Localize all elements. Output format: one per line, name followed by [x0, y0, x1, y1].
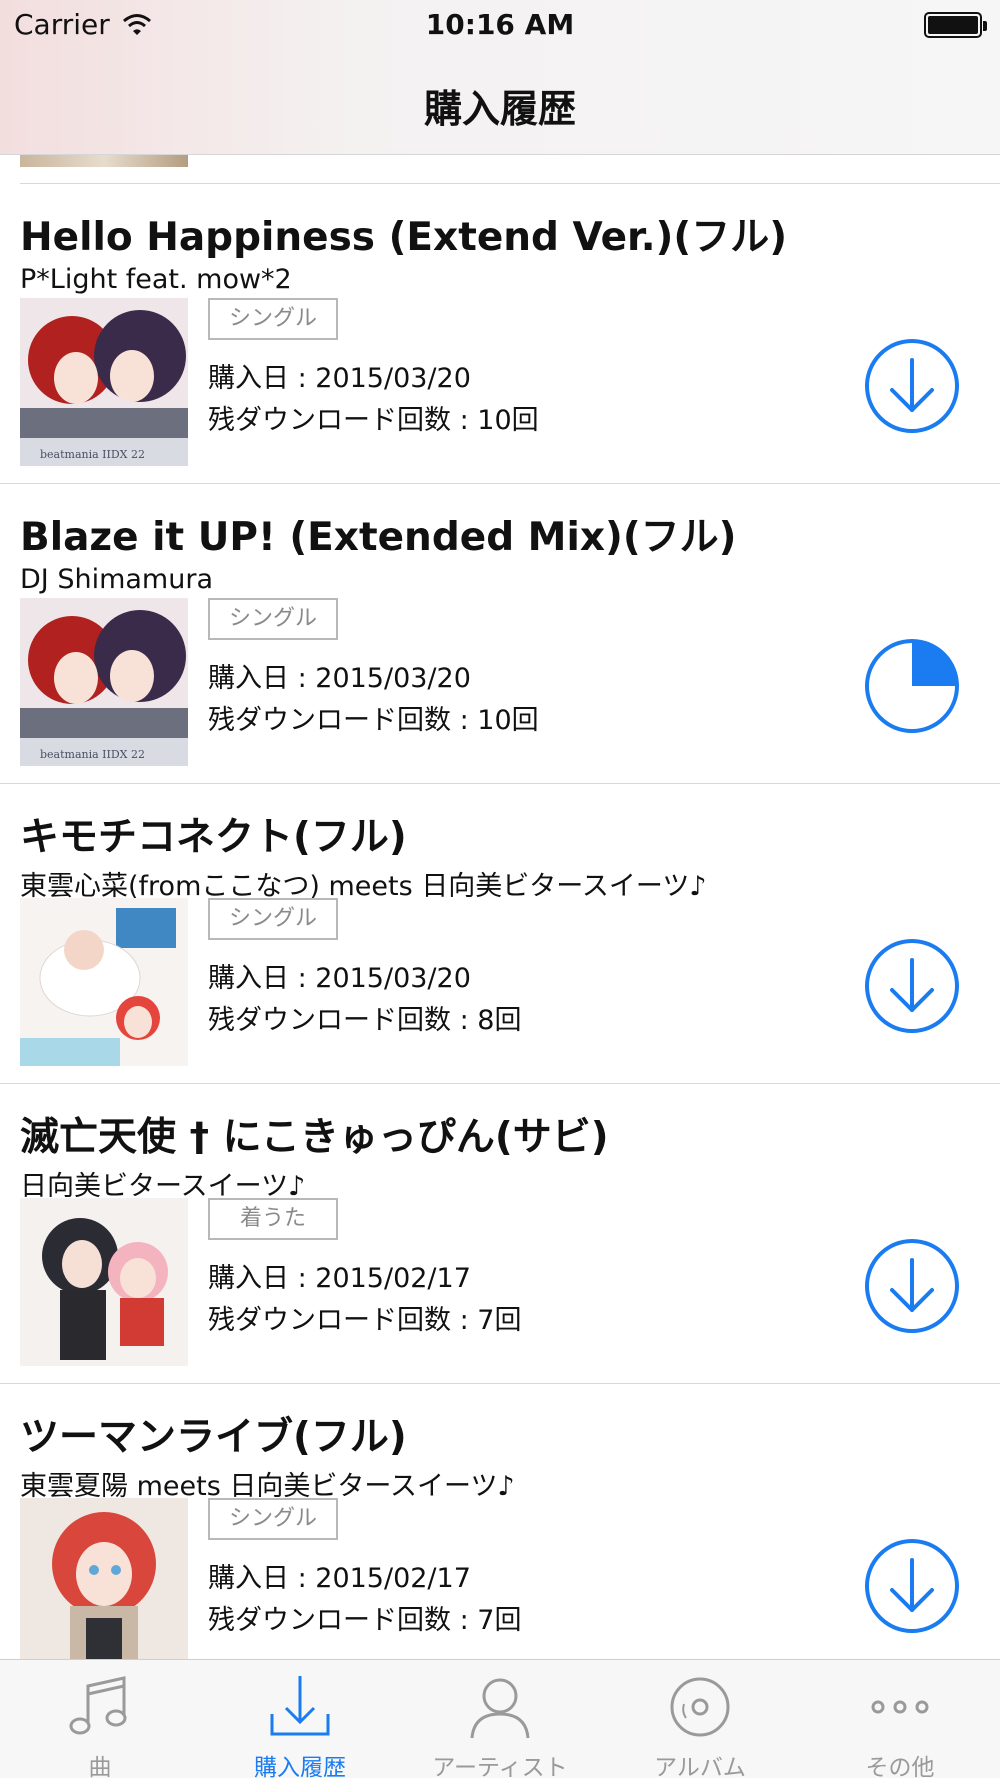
- song-title: Hello Happiness (Extend Ver.)(フル): [20, 215, 788, 260]
- tab-label: その他: [865, 1755, 935, 1778]
- type-badge: 着うた: [208, 1198, 338, 1240]
- battery-icon: [924, 12, 987, 38]
- type-badge: シングル: [208, 598, 338, 640]
- purchase-row[interactable]: キモチコネクト(フル) 東雲心菜(fromここなつ) meets 日向美ビタース…: [0, 784, 1000, 1084]
- person-icon: [470, 1678, 530, 1739]
- tab-artists[interactable]: アーティスト: [400, 1660, 600, 1778]
- artist-name: P*Light feat. mow*2: [20, 264, 292, 295]
- purchase-row[interactable]: 滅亡天使 † にこきゅっぴん(サビ) 日向美ビタースイーツ♪ 着うた 購入日 :…: [0, 1084, 1000, 1384]
- status-time: 10:16 AM: [425, 8, 575, 41]
- svg-text:beatmania IIDX 22: beatmania IIDX 22: [40, 448, 145, 461]
- previous-row-jacket-peek: [20, 155, 188, 167]
- purchase-row[interactable]: ツーマンライブ(フル) 東雲夏陽 meets 日向美ビタースイーツ♪ シングル …: [0, 1384, 1000, 1684]
- tab-albums[interactable]: アルバム: [600, 1660, 800, 1778]
- download-button-icon[interactable]: [864, 1538, 960, 1634]
- purchase-date: 購入日 : 2015/03/20: [208, 363, 471, 394]
- remaining-downloads: 残ダウンロード回数 : 7回: [208, 1605, 522, 1636]
- artist-name: DJ Shimamura: [20, 564, 213, 595]
- remaining-downloads: 残ダウンロード回数 : 10回: [208, 705, 539, 736]
- download-button-icon[interactable]: [864, 938, 960, 1034]
- jacket-image: [20, 1498, 188, 1666]
- remaining-downloads: 残ダウンロード回数 : 7回: [208, 1305, 522, 1336]
- purchase-date: 購入日 : 2015/03/20: [208, 663, 471, 694]
- svg-text:beatmania IIDX 22: beatmania IIDX 22: [40, 748, 145, 761]
- purchase-row[interactable]: Hello Happiness (Extend Ver.)(フル) P*Ligh…: [0, 184, 1000, 484]
- tab-songs[interactable]: 曲: [0, 1660, 200, 1778]
- type-badge: シングル: [208, 1498, 338, 1540]
- jacket-image: beatmania IIDX 22: [20, 598, 188, 766]
- purchase-date: 購入日 : 2015/02/17: [208, 1563, 471, 1594]
- tab-purchase-history[interactable]: 購入履歴: [200, 1660, 400, 1778]
- tab-label: 曲: [88, 1755, 112, 1778]
- download-button-icon[interactable]: [864, 1238, 960, 1334]
- app: Carrier 10:16 AM 購入履歴 Hello Happiness (E…: [0, 0, 1000, 1778]
- jacket-image: beatmania IIDX 22: [20, 298, 188, 466]
- more-dots-icon: [871, 1700, 929, 1714]
- tab-label: アーティスト: [432, 1755, 568, 1778]
- download-progress-wedge: [912, 641, 957, 686]
- purchase-date: 購入日 : 2015/02/17: [208, 1263, 471, 1294]
- purchase-row[interactable]: Blaze it UP! (Extended Mix)(フル) DJ Shima…: [0, 484, 1000, 784]
- song-title: ツーマンライブ(フル): [20, 1415, 407, 1460]
- jacket-image: [20, 1198, 188, 1366]
- tab-more[interactable]: その他: [800, 1660, 1000, 1778]
- type-badge: シングル: [208, 898, 338, 940]
- tab-label: アルバム: [654, 1755, 746, 1778]
- song-title: 滅亡天使 † にこきゅっぴん(サビ): [20, 1115, 609, 1160]
- tab-label: 購入履歴: [254, 1755, 346, 1778]
- purchase-date: 購入日 : 2015/03/20: [208, 963, 471, 994]
- download-tray-icon: [270, 1676, 330, 1736]
- tab-bar: 曲 購入履歴 アーティスト アルバム その他: [0, 1659, 1000, 1778]
- page-title: 購入履歴: [423, 87, 576, 131]
- download-button-icon[interactable]: [864, 338, 960, 434]
- top-bar: Carrier 10:16 AM 購入履歴: [0, 0, 1000, 155]
- remaining-downloads: 残ダウンロード回数 : 8回: [208, 1005, 522, 1036]
- remaining-downloads: 残ダウンロード回数 : 10回: [208, 405, 539, 436]
- disc-icon: [670, 1677, 730, 1737]
- jacket-image: [20, 898, 188, 1066]
- song-title: キモチコネクト(フル): [20, 815, 407, 860]
- type-badge: シングル: [208, 298, 338, 340]
- download-progress-icon[interactable]: [864, 638, 960, 734]
- status-bar: Carrier 10:16 AM: [0, 0, 1000, 50]
- music-note-icon: [69, 1676, 127, 1735]
- song-title: Blaze it UP! (Extended Mix)(フル): [20, 515, 737, 560]
